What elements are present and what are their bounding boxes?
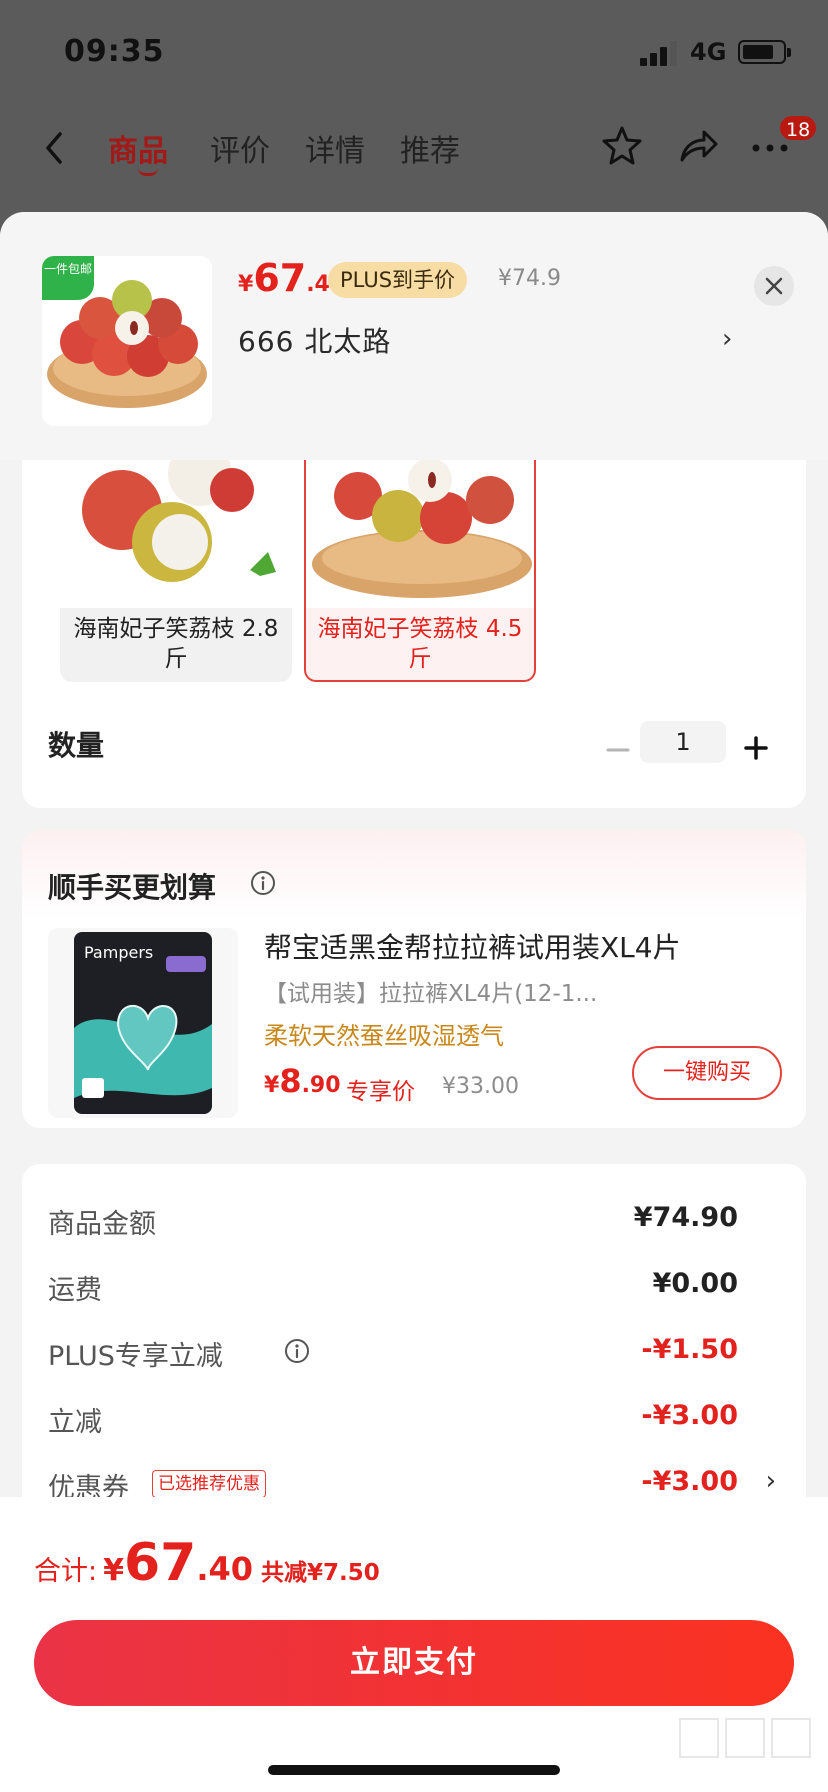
tab-recommend[interactable]: 推荐 xyxy=(400,126,460,170)
network-label: 4G xyxy=(690,38,727,66)
package-brand: Pampers xyxy=(84,943,153,962)
plus-price-tag: PLUS到手价 xyxy=(328,262,468,298)
recommend-title: 顺手买更划算 xyxy=(48,871,217,904)
background-app: 09:35 4G 商品 评价 详情 推荐 18 xyxy=(0,0,828,240)
recommend-card: 顺手买更划算 Pampers 帮宝适黑金帮拉拉裤试用装XL4片 【试用装】拉拉裤… xyxy=(22,830,806,1128)
quantity-input[interactable]: 1 xyxy=(640,721,726,763)
status-time: 09:35 xyxy=(64,34,165,69)
summary-label: 运费 xyxy=(48,1275,102,1306)
spec-option-image xyxy=(306,460,534,608)
summary-label: 立减 xyxy=(48,1407,102,1438)
summary-value: ¥0.00 xyxy=(652,1268,738,1299)
active-tab-indicator xyxy=(138,168,158,176)
coupon-selected-tag: 已选推荐优惠 xyxy=(152,1470,266,1498)
summary-row-plus-discount: PLUS专享立减 -¥1.50 xyxy=(48,1334,780,1374)
signal-icon xyxy=(640,40,678,66)
spec-option[interactable]: 海南妃子笑荔枝 2.8斤 xyxy=(60,460,292,682)
favorite-star-icon[interactable] xyxy=(600,124,644,168)
top-nav: 商品 评价 详情 推荐 18 xyxy=(0,110,828,190)
spec-option-selected[interactable]: 海南妃子笑荔枝 4.5斤 xyxy=(304,460,536,682)
chevron-right-icon[interactable]: › xyxy=(722,324,732,354)
recommend-selling-point: 柔软天然蚕丝吸湿透气 xyxy=(264,1022,504,1050)
spec-card: 海南妃子笑荔枝 2.8斤 海南妃子笑荔枝 4.5斤 数量 1 xyxy=(22,460,806,808)
summary-row-goods: 商品金额 ¥74.90 xyxy=(48,1202,780,1242)
summary-value: -¥1.50 xyxy=(641,1334,738,1365)
status-bar: 09:35 4G xyxy=(0,0,828,100)
spec-option-label: 海南妃子笑荔枝 2.8斤 xyxy=(73,616,279,672)
quantity-label: 数量 xyxy=(48,729,105,762)
close-icon[interactable] xyxy=(754,266,794,306)
price-summary-card: 商品金额 ¥74.90 运费 ¥0.00 PLUS专享立减 -¥1.50 立减 … xyxy=(22,1164,806,1504)
current-price: ¥67.4 xyxy=(238,256,330,300)
watermark-logo xyxy=(677,1716,813,1760)
summary-value: ¥74.90 xyxy=(633,1202,738,1233)
battery-icon xyxy=(738,40,791,64)
free-shipping-tag: 一件包邮 xyxy=(42,256,94,300)
summary-row-shipping: 运费 ¥0.00 xyxy=(48,1268,780,1308)
sheet-header: 一件包邮 ¥67.4 PLUS到手价 ¥74.9 666 北太路 › xyxy=(0,212,828,460)
minus-icon[interactable] xyxy=(600,732,636,768)
delivery-address[interactable]: 666 北太路 xyxy=(238,320,391,360)
exclusive-price-tag: 专享价 xyxy=(346,1079,415,1105)
recommend-price: ¥8.90 xyxy=(264,1062,341,1100)
tab-reviews[interactable]: 评价 xyxy=(210,126,270,170)
summary-label: 商品金额 xyxy=(48,1209,156,1240)
summary-label: PLUS专享立减 xyxy=(48,1341,223,1372)
spec-option-label: 海南妃子笑荔枝 4.5斤 xyxy=(317,616,523,672)
home-indicator[interactable] xyxy=(268,1765,560,1775)
recommend-product-subtitle: 【试用装】拉拉裤XL4片(12-1... xyxy=(264,981,598,1007)
total-saved: 共减¥7.50 xyxy=(261,1560,380,1586)
summary-value: -¥3.00 xyxy=(641,1466,738,1497)
order-total: 合计: ¥67.40 共减¥7.50 xyxy=(34,1533,380,1593)
tab-product[interactable]: 商品 xyxy=(108,126,168,176)
pay-now-button[interactable]: 立即支付 xyxy=(34,1620,794,1706)
recommend-product-image[interactable]: Pampers xyxy=(48,928,238,1118)
product-thumbnail: 一件包邮 xyxy=(42,256,212,426)
back-arrow-icon[interactable] xyxy=(40,128,70,168)
info-icon[interactable] xyxy=(284,1338,310,1364)
cart-count-badge: 18 xyxy=(778,114,819,142)
recommend-original-price: ¥33.00 xyxy=(442,1074,519,1099)
info-icon[interactable] xyxy=(250,870,276,896)
chevron-right-icon[interactable]: › xyxy=(766,1466,776,1496)
summary-value: -¥3.00 xyxy=(641,1400,738,1431)
tab-details[interactable]: 详情 xyxy=(305,126,365,170)
spec-option-image xyxy=(60,460,292,608)
one-click-buy-button[interactable]: 一键购买 xyxy=(632,1046,782,1100)
recommend-product-name[interactable]: 帮宝适黑金帮拉拉裤试用装XL4片 xyxy=(264,926,681,966)
plus-icon[interactable] xyxy=(738,730,774,766)
bottom-pay-bar: 合计: ¥67.40 共减¥7.50 立即支付 xyxy=(0,1497,828,1792)
original-price: ¥74.9 xyxy=(498,266,561,291)
summary-row-instant-discount: 立减 -¥3.00 xyxy=(48,1400,780,1440)
share-icon[interactable] xyxy=(676,124,720,168)
